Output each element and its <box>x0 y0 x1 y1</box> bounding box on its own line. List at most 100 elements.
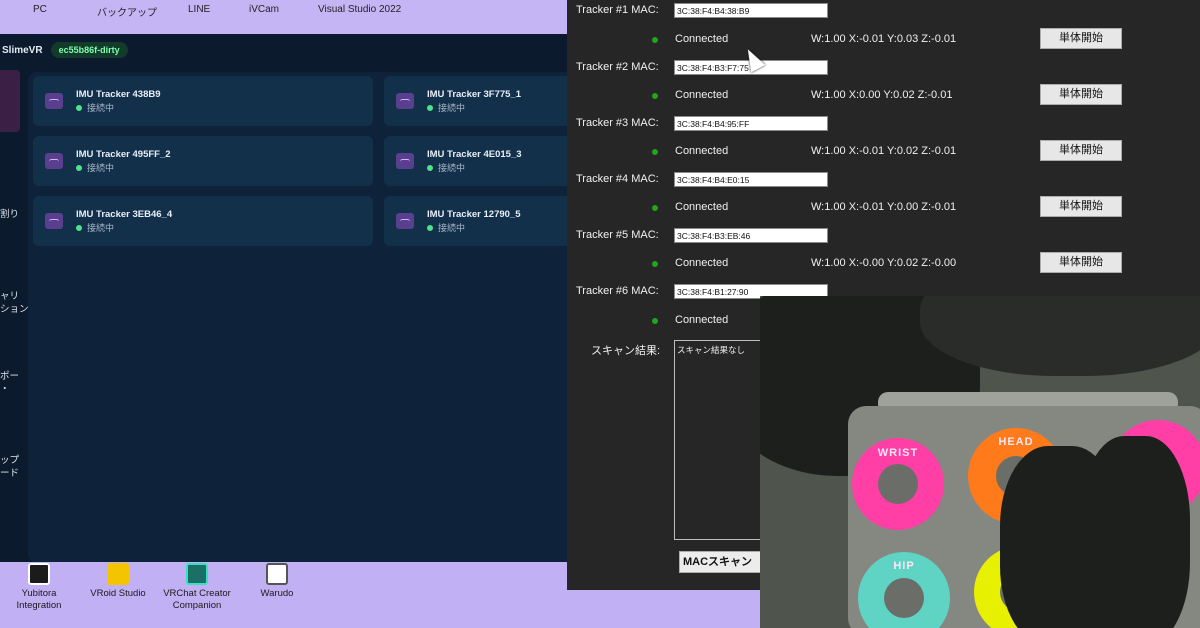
tracker-5-mac-label: Tracker #5 MAC: <box>576 229 659 241</box>
desktop-icon-vrchat-creator-companion[interactable]: VRChat Creator Companion <box>152 563 242 612</box>
tracker-1-mac-label: Tracker #1 MAC: <box>576 4 659 16</box>
sidebar-item-home[interactable] <box>0 70 20 132</box>
vroid-icon <box>107 563 129 585</box>
tracker-status-text: 接続中 <box>87 163 115 173</box>
tracker-name: IMU Tracker 4E015_3 <box>427 149 522 160</box>
tracker-3-status: Connected <box>675 145 729 157</box>
desktop-icon-vroid[interactable]: VRoid Studio <box>73 563 163 600</box>
connected-led-icon <box>652 261 658 267</box>
tracker-4-start-button[interactable]: 単体開始 <box>1040 196 1122 217</box>
desktop-icon-yubitora[interactable]: Yubitora Integration <box>0 563 84 612</box>
desktop-icon-label: Yubitora Integration <box>16 588 62 611</box>
sidebar-item-setup[interactable]: ップ ード <box>0 454 19 480</box>
tracker-3-rotation: W:1.00 X:-0.01 Y:0.02 Z:-0.01 <box>811 145 957 157</box>
connected-led-icon <box>652 93 658 99</box>
tracker-name: IMU Tracker 438B9 <box>76 89 161 100</box>
tracker-status-text: 接続中 <box>438 103 466 113</box>
tracker-icon <box>396 153 414 169</box>
tracker-status: 接続中 <box>427 101 465 114</box>
status-dot-icon <box>427 225 433 231</box>
tracker-2-start-button[interactable]: 単体開始 <box>1040 84 1122 105</box>
tracker-6-mac-label: Tracker #6 MAC: <box>576 285 659 297</box>
slimevr-titlebar: SlimeVR ec55b86f-dirty <box>0 34 580 66</box>
glove-finger <box>1080 436 1190 628</box>
tracker-5-mac-field[interactable] <box>674 228 828 243</box>
tracker-1-start-button[interactable]: 単体開始 <box>1040 28 1122 49</box>
tracker-1-status: Connected <box>675 33 729 45</box>
sidebar-item-calibration[interactable]: ャリ ション <box>0 290 29 316</box>
version-badge: ec55b86f-dirty <box>50 42 128 58</box>
tracker-icon <box>396 213 414 229</box>
tracker-2-rotation: W:1.00 X:0.00 Y:0.02 Z:-0.01 <box>811 89 953 101</box>
warudo-icon <box>266 563 288 585</box>
slimevr-title: SlimeVR <box>2 44 43 56</box>
desktop-label-visual-studio[interactable]: Visual Studio 2022 <box>318 4 401 15</box>
status-dot-icon <box>427 165 433 171</box>
hip-tracker-ring: HIP <box>858 552 950 628</box>
sidebar-item-assignment[interactable]: 割り <box>0 208 19 221</box>
connected-led-icon <box>652 318 658 324</box>
tracker-5-rotation: W:1.00 X:-0.00 Y:0.02 Z:-0.00 <box>811 257 957 269</box>
desktop-icon-label: Warudo <box>260 588 294 599</box>
vrchat-companion-icon <box>186 563 208 585</box>
wrist-tracker-ring: WRIST <box>852 438 944 530</box>
slimevr-window: SlimeVR ec55b86f-dirty 割り ャリ ション ポー ・ ップ… <box>0 34 724 562</box>
tracker-icon <box>45 153 63 169</box>
tracker-status-text: 接続中 <box>87 223 115 233</box>
ring-hole <box>884 578 924 618</box>
tracker-status: 接続中 <box>427 161 465 174</box>
tracker-4-mac-label: Tracker #4 MAC: <box>576 173 659 185</box>
tracker-status-text: 接続中 <box>87 103 115 113</box>
status-dot-icon <box>76 225 82 231</box>
tracker-status: 接続中 <box>76 101 114 114</box>
desktop-icon-label: VRChat Creator Companion <box>163 588 231 611</box>
tracker-icon <box>396 93 414 109</box>
tracker-1-rotation: W:1.00 X:-0.01 Y:0.03 Z:-0.01 <box>811 33 957 45</box>
connected-led-icon <box>652 205 658 211</box>
tracker-1-mac-field[interactable] <box>674 3 828 18</box>
tracker-4-mac-field[interactable] <box>674 172 828 187</box>
tracker-name: IMU Tracker 3F775_1 <box>427 89 522 100</box>
tracker-status: 接続中 <box>427 221 465 234</box>
hip-label: HIP <box>893 560 915 572</box>
status-dot-icon <box>76 105 82 111</box>
tracker-2-status: Connected <box>675 89 729 101</box>
desktop-icon-warudo[interactable]: Warudo <box>232 563 322 600</box>
desktop-label-pc[interactable]: PC <box>33 4 47 15</box>
connected-led-icon <box>652 37 658 43</box>
tracker-status-text: 接続中 <box>438 163 466 173</box>
desktop-label-line[interactable]: LINE <box>188 4 210 15</box>
connected-led-icon <box>652 149 658 155</box>
tracker-2-mac-label: Tracker #2 MAC: <box>576 61 659 73</box>
tracker-3-mac-field[interactable] <box>674 116 828 131</box>
tracker-3-start-button[interactable]: 単体開始 <box>1040 140 1122 161</box>
desktop-label-ivcam[interactable]: iVCam <box>249 4 279 15</box>
status-dot-icon <box>76 165 82 171</box>
slimevr-sidebar: 割り ャリ ション ポー ・ ップ ード <box>0 68 29 562</box>
tracker-status: 接続中 <box>76 221 114 234</box>
tracker-5-status: Connected <box>675 257 729 269</box>
tracker-card[interactable]: IMU Tracker 3EB46_4 接続中 <box>33 196 373 246</box>
tracker-name: IMU Tracker 495FF_2 <box>76 149 171 160</box>
tracker-4-status: Connected <box>675 201 729 213</box>
sidebar-item-support[interactable]: ポー ・ <box>0 370 19 396</box>
tracker-4-rotation: W:1.00 X:-0.01 Y:0.00 Z:-0.01 <box>811 201 957 213</box>
tracker-6-status: Connected <box>675 314 729 326</box>
ring-hole <box>878 464 918 504</box>
tracker-status-text: 接続中 <box>438 223 466 233</box>
scan-result-label: スキャン結果: <box>591 345 661 357</box>
tracker-name: IMU Tracker 3EB46_4 <box>76 209 173 220</box>
desktop-icon-label: VRoid Studio <box>90 588 146 599</box>
tracker-5-start-button[interactable]: 単体開始 <box>1040 252 1122 273</box>
status-dot-icon <box>427 105 433 111</box>
tracker-card[interactable]: IMU Tracker 438B9 接続中 <box>33 76 373 126</box>
tracker-card[interactable]: IMU Tracker 495FF_2 接続中 <box>33 136 373 186</box>
tracker-list-panel: IMU Tracker 438B9 接続中 IMU Tracker 3F775_… <box>28 72 724 562</box>
desktop-label-backup[interactable]: バックアップ <box>97 4 157 19</box>
tracker-3-mac-label: Tracker #3 MAC: <box>576 117 659 129</box>
camera-overlay: WRIST HEAD HIP <box>760 296 1200 628</box>
tracker-name: IMU Tracker 12790_5 <box>427 209 521 220</box>
tracker-icon <box>45 93 63 109</box>
tracker-status: 接続中 <box>76 161 114 174</box>
yubitora-icon <box>28 563 50 585</box>
